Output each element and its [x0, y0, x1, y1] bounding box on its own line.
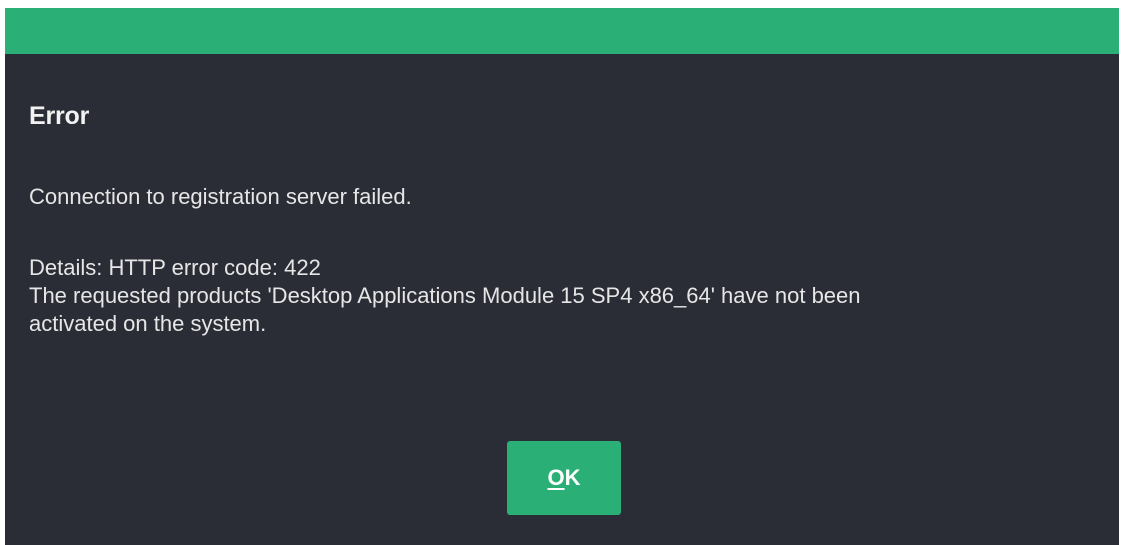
ok-button-label: K [564, 465, 581, 490]
ok-button[interactable]: OK [507, 441, 621, 515]
error-details: Details: HTTP error code: 422 The reques… [29, 254, 861, 338]
error-dialog: Error Connection to registration server … [5, 8, 1119, 545]
dialog-heading: Error [29, 102, 90, 130]
dialog-title-bar[interactable] [5, 8, 1119, 54]
details-line: activated on the system. [29, 311, 267, 336]
ok-button-mnemonic: O [547, 465, 565, 490]
details-line: Details: HTTP error code: 422 [29, 255, 321, 280]
error-message: Connection to registration server failed… [29, 184, 412, 209]
details-line: The requested products 'Desktop Applicat… [29, 283, 861, 308]
